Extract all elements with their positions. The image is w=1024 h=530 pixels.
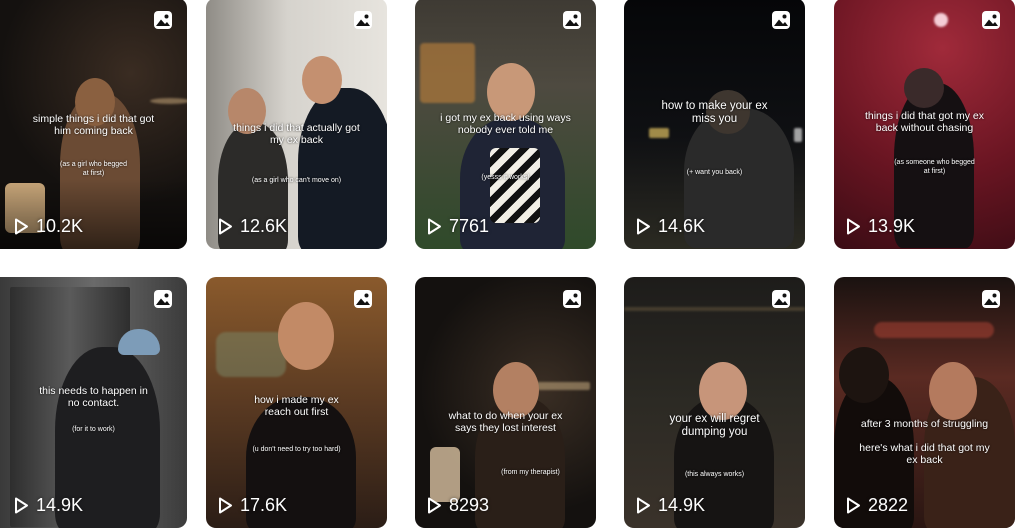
view-count: 14.9K (14, 495, 83, 516)
person-head (839, 347, 889, 403)
play-icon (219, 497, 232, 514)
post-tile[interactable]: simple things i did that got him coming … (0, 0, 187, 249)
photo-carousel-icon (982, 11, 1000, 29)
view-count-label: 14.9K (658, 495, 706, 515)
post-subcaption: (as someone who begged at first) (894, 159, 975, 175)
person-head (904, 68, 944, 108)
view-count-label: 14.9K (36, 495, 84, 515)
city-light (794, 128, 802, 142)
play-icon (15, 218, 28, 235)
play-icon (428, 497, 441, 514)
play-icon (428, 218, 441, 235)
post-caption: this needs to happen in no contact. (39, 385, 148, 409)
sweater-stripes (490, 148, 540, 223)
storefront-light (420, 43, 475, 103)
bokeh-light (150, 98, 187, 104)
post-tile[interactable]: things i did that actually got my ex bac… (206, 0, 387, 249)
play-icon (219, 218, 232, 235)
post-tile[interactable]: how to make your ex miss you (+ want you… (624, 0, 805, 249)
view-count: 13.9K (846, 216, 915, 237)
view-count-label: 17.6K (240, 495, 288, 515)
view-count-label: 12.6K (240, 216, 288, 236)
photo-carousel-icon (563, 290, 581, 308)
post-caption: i got my ex back using ways nobody ever … (440, 112, 571, 136)
photo-carousel-icon (772, 11, 790, 29)
person-head (278, 302, 334, 370)
city-lights (535, 382, 590, 390)
post-subcaption: (as a girl who can't move on) (251, 177, 342, 184)
post-tile[interactable]: things i did that got my ex back without… (834, 0, 1015, 249)
post-tile[interactable]: after 3 months of struggling here's what… (834, 277, 1015, 528)
wall-art (216, 332, 286, 377)
ceiling-light (934, 13, 948, 27)
person-head (699, 362, 747, 420)
photo-carousel-icon (563, 11, 581, 29)
play-icon (637, 218, 650, 235)
play-icon (847, 497, 860, 514)
view-count-label: 13.9K (868, 216, 916, 236)
post-caption: what to do when your ex says they lost i… (448, 410, 563, 434)
city-light (649, 128, 669, 138)
photo-carousel-icon (354, 290, 372, 308)
view-count: 14.6K (636, 216, 705, 237)
car-ceiling-light (874, 322, 994, 338)
post-caption: after 3 months of struggling here's what… (859, 418, 990, 466)
view-count-label: 2822 (868, 495, 909, 515)
photo-carousel-icon (154, 11, 172, 29)
post-caption: simple things i did that got him coming … (32, 113, 155, 137)
photo-carousel-icon (154, 290, 172, 308)
post-subcaption: (u don't need to try too hard) (252, 446, 341, 453)
post-subcaption: (this always works) (684, 471, 745, 478)
posts-grid: simple things i did that got him coming … (0, 0, 1024, 530)
post-tile[interactable]: your ex will regret dumping you (this al… (624, 277, 805, 528)
photo-carousel-icon (354, 11, 372, 29)
view-count: 17.6K (218, 495, 287, 516)
post-tile[interactable]: this needs to happen in no contact. (for… (0, 277, 187, 528)
post-subcaption: (for it to work) (72, 426, 115, 433)
view-count-label: 7761 (449, 216, 490, 236)
photo-carousel-icon (772, 290, 790, 308)
post-caption: how i made my ex reach out first (254, 394, 339, 418)
tile-shade (0, 179, 187, 249)
table-glass (430, 447, 460, 502)
view-count-label: 14.6K (658, 216, 706, 236)
view-count: 7761 (427, 216, 489, 237)
post-subcaption: (+ want you back) (686, 169, 743, 176)
post-caption: your ex will regret dumping you (669, 413, 760, 438)
view-count: 10.2K (14, 216, 83, 237)
post-tile[interactable]: i got my ex back using ways nobody ever … (415, 0, 596, 249)
person-figure (298, 88, 387, 249)
play-icon (637, 497, 650, 514)
play-icon (15, 497, 28, 514)
play-icon (847, 218, 860, 235)
view-count: 14.9K (636, 495, 705, 516)
view-count-label: 8293 (449, 495, 490, 515)
view-count-label: 10.2K (36, 216, 84, 236)
view-count: 12.6K (218, 216, 287, 237)
post-caption: things i did that got my ex back without… (864, 110, 985, 134)
post-tile[interactable]: what to do when your ex says they lost i… (415, 277, 596, 528)
post-subcaption: (as a girl who begged at first) (60, 161, 127, 177)
view-count: 8293 (427, 495, 489, 516)
view-count: 2822 (846, 495, 908, 516)
post-caption: how to make your ex miss you (661, 100, 768, 125)
post-tile[interactable]: how i made my ex reach out first (u don'… (206, 277, 387, 528)
photo-carousel-icon (982, 290, 1000, 308)
post-subcaption: (yesss it works) (481, 174, 530, 181)
post-caption: things i did that actually got my ex bac… (233, 122, 360, 146)
person-head (302, 56, 342, 104)
person-head (929, 362, 977, 420)
post-subcaption: (from my therapist) (501, 469, 560, 476)
